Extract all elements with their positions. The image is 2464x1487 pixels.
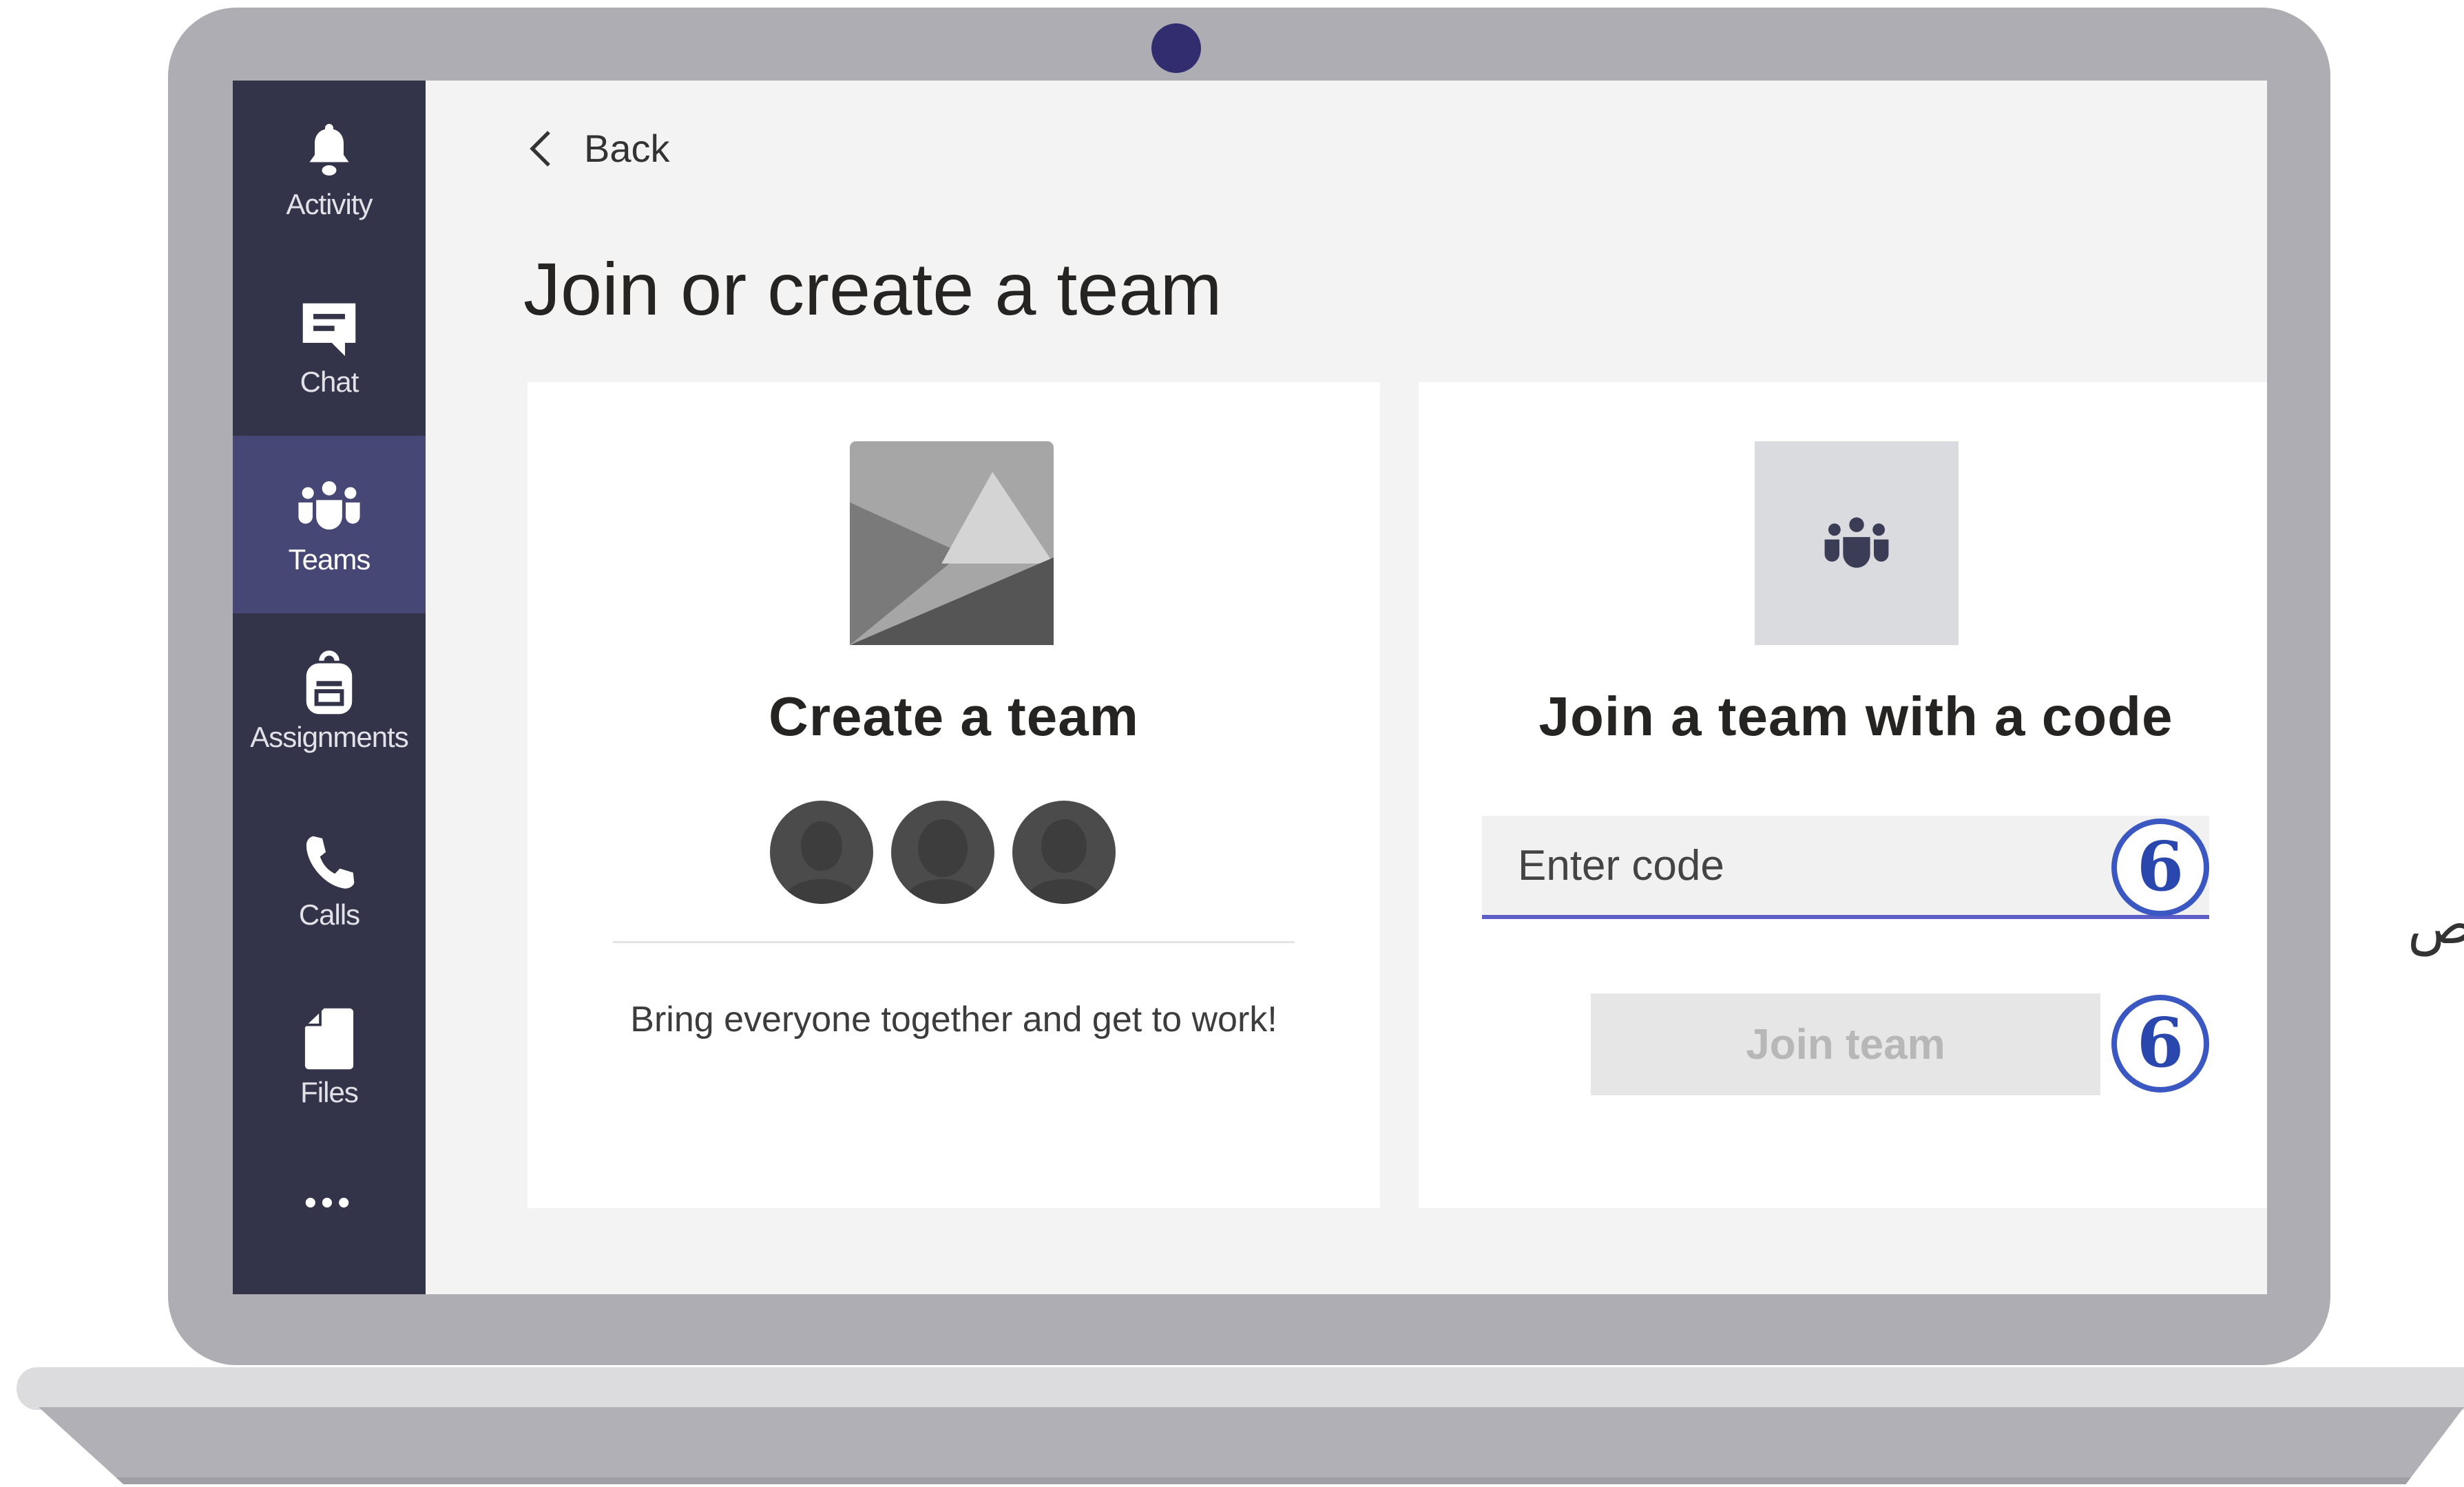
backpack-icon [296,651,362,717]
teams-icon [296,473,362,539]
avatar [770,801,873,904]
webcam [1151,23,1201,73]
step-badge-input: 6 [2111,819,2209,916]
avatar [1012,801,1116,904]
create-team-illustration [850,441,1054,645]
file-icon [296,1006,362,1072]
back-button[interactable]: Back [522,126,670,171]
sidebar-item-calls[interactable]: Calls [233,791,426,969]
sidebar-item-assignments[interactable]: Assignments [233,613,426,791]
side-text: ص [2408,892,2464,956]
back-label: Back [584,127,670,170]
laptop-base-bottom [39,1407,2464,1484]
app-bar: Activity Chat Teams Assignments Calls Fi… [233,81,426,1294]
divider [613,941,1295,943]
bell-icon [296,118,362,184]
join-team-title: Join a team with a code [1538,686,2173,747]
create-team-card[interactable]: Create a team Bring everyone together an… [528,382,1380,1208]
teams-icon [1824,517,1889,568]
join-team-button[interactable]: Join team [1591,993,2100,1095]
join-team-card: Join a team with a code Join team 6 6 [1419,382,2267,1208]
sidebar-item-teams[interactable]: Teams [233,436,426,613]
create-team-title: Create a team [769,686,1139,747]
sidebar-item-activity[interactable]: Activity [233,81,426,258]
sidebar-item-label: Chat [300,366,359,398]
member-avatars [770,801,1116,904]
sidebar-item-chat[interactable]: Chat [233,258,426,436]
chat-icon [296,295,362,361]
sidebar-item-label: Files [300,1076,359,1108]
step-badge-button: 6 [2111,995,2209,1093]
sidebar-item-files[interactable]: Files [233,969,426,1146]
create-team-tagline: Bring everyone together and get to work! [630,1000,1277,1040]
avatar [891,801,994,904]
laptop-base-top [17,1367,2464,1410]
sidebar-item-label: Teams [288,543,371,576]
team-code-input[interactable] [1482,816,2209,919]
teams-screen: Activity Chat Teams Assignments Calls Fi… [233,81,2267,1294]
sidebar-item-label: Assignments [250,721,408,753]
phone-icon [296,828,362,894]
sidebar-item-label: Calls [298,898,360,931]
more-apps-button[interactable]: ••• [233,1182,426,1223]
sidebar-item-label: Activity [286,188,373,220]
chevron-left-icon [530,130,550,167]
page-title: Join or create a team [523,247,1222,330]
join-team-illustration [1755,441,1959,645]
